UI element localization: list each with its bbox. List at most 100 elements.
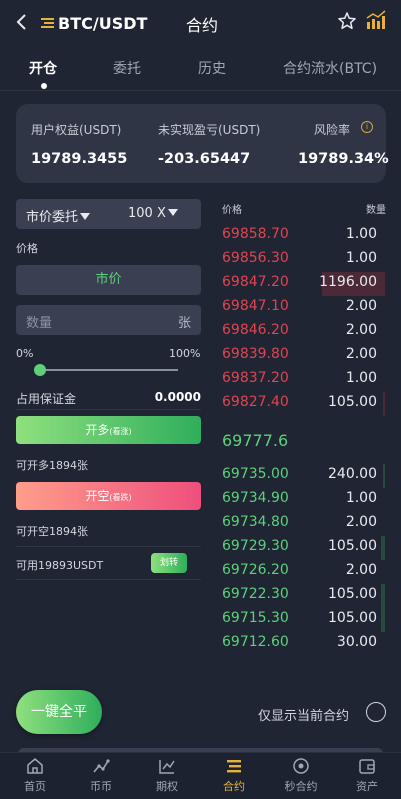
equity-value: 19789.3455 xyxy=(31,151,128,167)
ask-qty: 1.00 xyxy=(345,370,377,386)
nav-contract[interactable]: 合约 xyxy=(201,757,267,794)
open-long-button[interactable]: 开多(看涨) xyxy=(16,416,201,444)
tab-history[interactable]: 历史 xyxy=(198,58,226,78)
equity-label: 用户权益(USDT) xyxy=(31,123,122,137)
nav-spot-label: 币币 xyxy=(90,780,112,793)
nav-second-contract[interactable]: 秒合约 xyxy=(268,757,334,794)
kline-chart-icon[interactable] xyxy=(365,9,387,31)
ask-qty: 1196.00 xyxy=(319,274,377,290)
menu-lines-icon xyxy=(41,18,54,28)
ask-price: 69858.70 xyxy=(222,226,289,242)
bid-price: 69734.90 xyxy=(222,490,289,506)
back-arrow-icon[interactable] xyxy=(14,10,34,34)
margin-value: 0.0000 xyxy=(154,390,201,404)
price-label: 价格 xyxy=(16,242,38,255)
bid-price: 69735.00 xyxy=(222,466,289,482)
close-all-button[interactable]: 一键全平 xyxy=(16,690,102,734)
bid-row[interactable]: 69726.20 2.00 xyxy=(222,560,377,584)
divider xyxy=(16,579,201,580)
trend-icon xyxy=(93,759,110,773)
second-contract-icon xyxy=(293,758,309,774)
only-current-radio[interactable] xyxy=(366,702,386,722)
ask-price: 69847.10 xyxy=(222,298,289,314)
transfer-button[interactable]: 划转 xyxy=(151,553,187,573)
open-short-button[interactable]: 开空(看跌) xyxy=(16,482,201,510)
percent-slider-knob[interactable] xyxy=(34,364,46,376)
bid-depth-bar xyxy=(381,536,385,560)
pair-name: BTC/USDT xyxy=(58,13,148,33)
bid-row[interactable]: 69712.60 30.00 xyxy=(222,632,377,656)
price-input[interactable]: 市价 xyxy=(16,265,201,295)
available-balance: 可用19893USDT xyxy=(16,559,104,572)
last-price: 69777.6 xyxy=(222,431,289,450)
pair-selector[interactable]: BTC/USDT xyxy=(40,12,147,34)
nav-home-label: 首页 xyxy=(24,780,46,793)
bottom-nav: 首页 币币 期权 合约 秒合约 资产 xyxy=(0,752,401,799)
ask-row[interactable]: 69827.40 105.00 xyxy=(222,392,377,416)
open-short-label: 开空 xyxy=(85,489,110,503)
bid-qty: 105.00 xyxy=(328,586,377,602)
bid-price: 69729.30 xyxy=(222,538,289,554)
order-type-dropdown[interactable]: 市价委托 xyxy=(26,206,91,225)
favorite-star-icon[interactable] xyxy=(337,11,357,31)
nav-assets[interactable]: 资产 xyxy=(334,757,400,794)
divider xyxy=(16,409,201,410)
bid-row[interactable]: 69722.30 105.00 xyxy=(222,584,377,608)
order-type-select: 市价委托 100 X xyxy=(16,199,201,229)
ask-depth-bar xyxy=(383,392,385,416)
nav-assets-label: 资产 xyxy=(356,780,378,793)
long-available: 可开多1894张 xyxy=(16,459,88,472)
ask-row[interactable]: 69846.20 2.00 xyxy=(222,320,377,344)
ask-row[interactable]: 69847.20 1196.00 xyxy=(222,272,377,296)
page-title: 合约 xyxy=(185,16,218,35)
nav-options-label: 期权 xyxy=(156,780,178,793)
bid-qty: 2.00 xyxy=(345,562,377,578)
slider-max-label: 100% xyxy=(169,347,201,360)
unrealized-pnl-value: -203.65447 xyxy=(158,151,251,167)
ask-qty: 1.00 xyxy=(345,250,377,266)
quantity-input[interactable]: 数量 张 xyxy=(16,305,201,335)
active-tab-indicator xyxy=(41,83,47,89)
ask-price: 69856.30 xyxy=(222,250,289,266)
ask-row[interactable]: 69858.70 1.00 xyxy=(222,224,377,248)
tab-orders[interactable]: 委托 xyxy=(113,58,141,78)
short-available: 可开空1894张 xyxy=(16,525,88,538)
ask-row[interactable]: 69837.20 1.00 xyxy=(222,368,377,392)
option-icon xyxy=(159,760,175,774)
nav-spot[interactable]: 币币 xyxy=(68,757,134,794)
ask-row[interactable]: 69856.30 1.00 xyxy=(222,248,377,272)
account-summary-card: 用户权益(USDT) 未实现盈亏(USDT) 风险率 i 19789.3455 … xyxy=(16,104,389,183)
bid-row[interactable]: 69734.90 1.00 xyxy=(222,488,377,512)
bid-row[interactable]: 69735.00 240.00 xyxy=(222,464,377,488)
ask-price: 69846.20 xyxy=(222,322,289,338)
ask-row[interactable]: 69839.80 2.00 xyxy=(222,344,377,368)
bid-qty: 2.00 xyxy=(345,514,377,530)
info-icon[interactable]: i xyxy=(361,121,373,133)
ask-qty: 1.00 xyxy=(345,226,377,242)
ask-price: 69827.40 xyxy=(222,394,289,410)
bid-qty: 240.00 xyxy=(328,466,377,482)
tab-open[interactable]: 开仓 xyxy=(29,58,57,78)
open-long-sub: (看涨) xyxy=(109,427,132,436)
bid-row[interactable]: 69729.30 105.00 xyxy=(222,536,377,560)
leverage-dropdown[interactable]: 100 X xyxy=(128,206,178,221)
ask-row[interactable]: 69847.10 2.00 xyxy=(222,296,377,320)
bid-row[interactable]: 69715.30 105.00 xyxy=(222,608,377,632)
ask-qty: 2.00 xyxy=(345,322,377,338)
nav-home[interactable]: 首页 xyxy=(2,757,68,794)
tab-contract-flow[interactable]: 合约流水(BTC) xyxy=(283,58,377,78)
bid-price: 69734.80 xyxy=(222,514,289,530)
bid-qty: 30.00 xyxy=(336,634,377,650)
bid-price: 69712.60 xyxy=(222,634,289,650)
open-long-label: 开多 xyxy=(85,423,110,437)
quantity-placeholder: 数量 xyxy=(26,316,53,331)
ask-qty: 2.00 xyxy=(345,298,377,314)
quantity-unit: 张 xyxy=(177,316,191,331)
ask-price: 69837.20 xyxy=(222,370,289,386)
bid-price: 69715.30 xyxy=(222,610,289,626)
bid-price: 69726.20 xyxy=(222,562,289,578)
bid-row[interactable]: 69734.80 2.00 xyxy=(222,512,377,536)
percent-slider-track[interactable] xyxy=(40,369,178,371)
nav-options[interactable]: 期权 xyxy=(134,757,200,794)
nav-second-contract-label: 秒合约 xyxy=(284,780,318,793)
